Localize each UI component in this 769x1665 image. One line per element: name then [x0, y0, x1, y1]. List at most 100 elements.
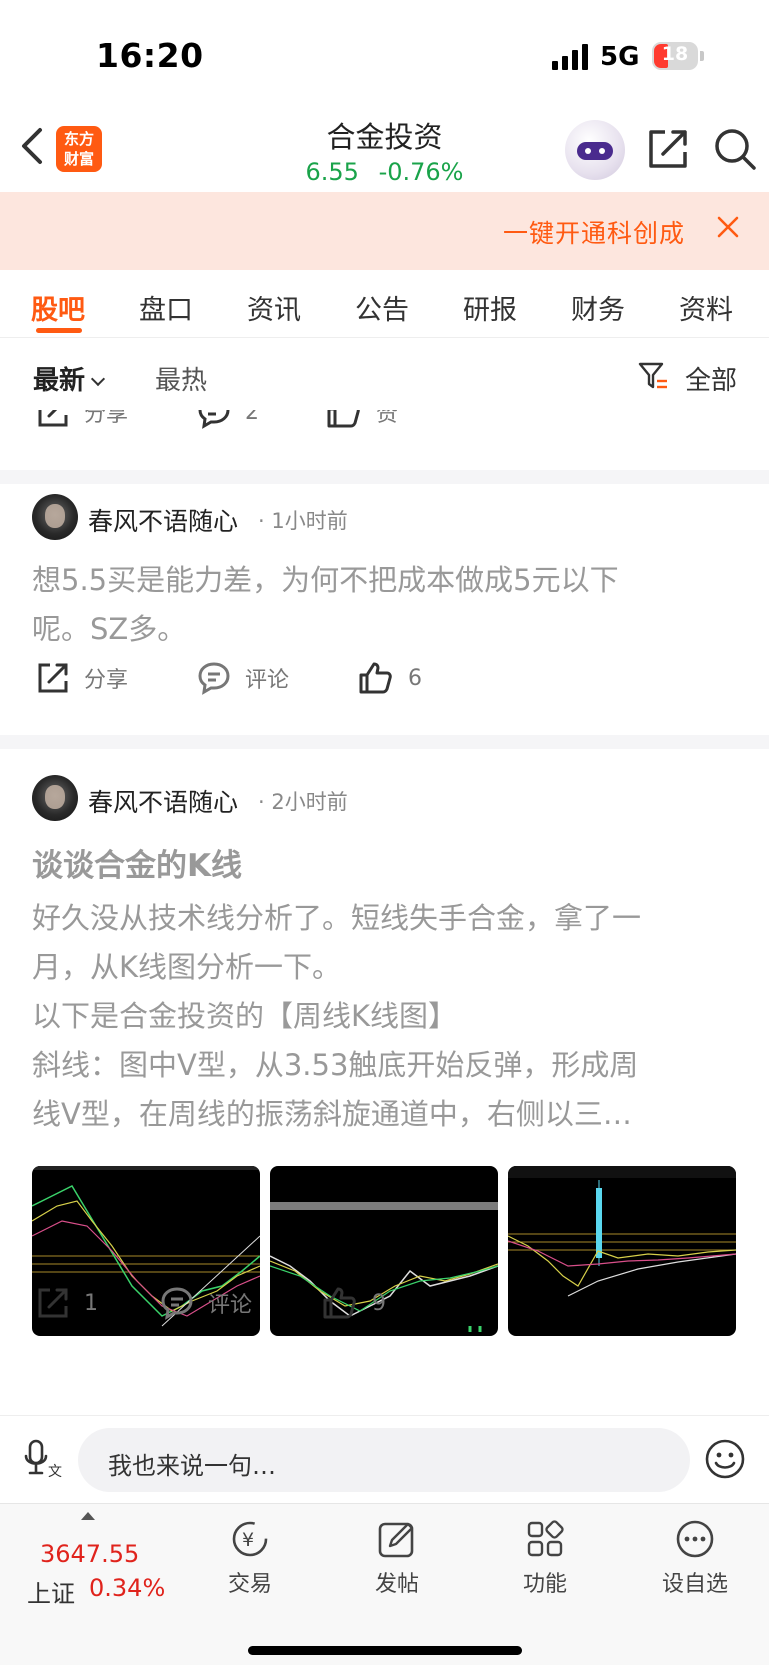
section-tabs: 股吧 盘口 资讯 公告 研报 财务 资料: [0, 270, 769, 338]
comment-icon: [198, 410, 230, 429]
tab-pankou[interactable]: 盘口: [139, 288, 193, 327]
nav-trade[interactable]: ¥ 交易: [195, 1518, 305, 1598]
share-label: 分享: [84, 668, 129, 693]
like-action[interactable]: 6: [358, 653, 422, 703]
comment-icon: [198, 662, 230, 695]
tab-news[interactable]: 资讯: [247, 288, 301, 327]
post-time-value: 2小时前: [271, 790, 348, 814]
stock-price: 6.55: [305, 158, 359, 186]
comment-input[interactable]: 我也来说一句…: [78, 1428, 690, 1492]
sort-latest[interactable]: 最新: [33, 360, 106, 397]
thumbs-up-icon: [327, 410, 360, 428]
post-body[interactable]: 好久没从技术线分析了。短线失手合金，拿了一 月，从K线图分析一下。 以下是合金投…: [32, 894, 738, 1139]
stock-header: 东方 财富 合金投资 6.55 -0.76%: [0, 110, 769, 192]
username[interactable]: 春风不语随心: [88, 783, 238, 819]
index-change[interactable]: 0.34%: [89, 1574, 165, 1602]
battery-level: 18: [661, 43, 689, 65]
post-actions: 1 评论 9: [0, 1278, 769, 1328]
tab-profile[interactable]: 资料: [679, 288, 733, 327]
comment-bar: 文 我也来说一句…: [0, 1415, 769, 1503]
post-line: 呢。SZ多。: [32, 612, 187, 646]
avatar[interactable]: [32, 494, 78, 540]
share-count: 1: [84, 1290, 98, 1316]
post-line: 月，从K线图分析一下。: [32, 950, 342, 984]
comment-icon: [161, 1287, 193, 1320]
nav-watchlist-label: 设自选: [661, 1572, 728, 1597]
more-icon: [676, 1520, 714, 1558]
battery-cap: [700, 51, 704, 61]
post-line: 想5.5买是能力差，为何不把成本做成5元以下: [32, 563, 619, 597]
like-action[interactable]: 9: [322, 1278, 386, 1328]
share-action[interactable]: 分享: [36, 410, 128, 437]
share-icon: [38, 410, 68, 427]
share-action[interactable]: 1: [36, 1278, 98, 1328]
filter-all[interactable]: 全部: [685, 360, 737, 397]
post-separator: [0, 470, 769, 484]
post-line: 线V型，在周线的振荡斜旋通道中，右侧以三…: [32, 1097, 632, 1131]
post-separator: [0, 735, 769, 749]
close-icon[interactable]: [713, 212, 743, 242]
post-time: · 1小时前: [258, 509, 348, 533]
nav-post[interactable]: 发帖: [342, 1518, 452, 1598]
post-actions: 分享 评论 6: [0, 653, 769, 703]
grid-icon: [527, 1520, 564, 1557]
share-label: 分享: [84, 410, 129, 427]
stock-change: -0.76%: [378, 158, 464, 186]
share-icon: [38, 1288, 68, 1318]
index-expand-icon[interactable]: [81, 1512, 95, 1520]
like-label: 赞: [376, 410, 399, 427]
trade-icon: ¥: [232, 1521, 268, 1557]
tab-finance[interactable]: 财务: [571, 288, 625, 327]
search-icon[interactable]: [712, 126, 758, 172]
comment-action[interactable]: 评论: [197, 653, 289, 703]
thumbs-up-icon: [359, 662, 392, 694]
voice-input-icon[interactable]: 文: [24, 1438, 64, 1478]
ai-assistant-icon[interactable]: [565, 120, 625, 180]
tab-announcements[interactable]: 公告: [355, 288, 409, 327]
nav-trade-label: 交易: [227, 1572, 272, 1597]
post-body[interactable]: 想5.5买是能力差，为何不把成本做成5元以下 呢。SZ多。: [32, 556, 738, 654]
nav-functions[interactable]: 功能: [490, 1518, 600, 1598]
comment-count: 2: [245, 410, 259, 425]
like-count: 6: [408, 665, 422, 691]
promo-text[interactable]: 一键开通科创成: [503, 214, 685, 250]
post-time-value: 1小时前: [271, 509, 348, 533]
nav-post-label: 发帖: [374, 1572, 419, 1597]
tab-guba[interactable]: 股吧: [31, 288, 85, 327]
share-icon: [38, 663, 68, 693]
status-bar: 16:20 5G 18: [0, 0, 769, 110]
bottom-nav: 3647.55 上证 0.34% ¥ 交易 发帖 功能 设自选: [0, 1503, 769, 1665]
index-value[interactable]: 3647.55: [40, 1540, 139, 1568]
share-icon[interactable]: [645, 126, 691, 172]
comment-label: 评论: [245, 668, 290, 693]
chevron-down-icon: [90, 371, 106, 387]
status-time: 16:20: [96, 36, 204, 75]
username[interactable]: 春风不语随心: [88, 502, 238, 538]
post-line: 好久没从技术线分析了。短线失手合金，拿了一: [32, 901, 642, 935]
post-actions: 分享 2 赞: [0, 410, 769, 437]
home-indicator[interactable]: [248, 1646, 522, 1655]
emoji-icon[interactable]: [704, 1438, 746, 1480]
filter-icon[interactable]: [637, 360, 669, 392]
post-time: · 2小时前: [258, 790, 348, 814]
sort-filters: 最新 最热 全部: [0, 338, 769, 410]
nav-watchlist[interactable]: 设自选: [640, 1518, 750, 1598]
tab-research[interactable]: 研报: [463, 288, 517, 327]
like-action[interactable]: 赞: [326, 410, 398, 437]
svg-text:文: 文: [48, 1464, 62, 1478]
comment-action[interactable]: 2: [197, 410, 259, 437]
active-tab-indicator: [36, 328, 82, 333]
avatar[interactable]: [32, 775, 78, 821]
comment-action[interactable]: 评论: [160, 1278, 252, 1328]
battery-icon: 18: [652, 42, 698, 70]
post-title[interactable]: 谈谈合金的K线: [32, 840, 242, 885]
svg-text:¥: ¥: [242, 1529, 254, 1551]
signal-icon: [552, 44, 590, 70]
sort-hot[interactable]: 最热: [155, 360, 207, 397]
index-name[interactable]: 上证: [27, 1574, 75, 1609]
promo-banner[interactable]: 一键开通科创成: [0, 192, 769, 270]
nav-functions-label: 功能: [522, 1572, 567, 1597]
comment-label: 评论: [208, 1293, 253, 1318]
share-action[interactable]: 分享: [36, 653, 128, 703]
post-feed: 分享 2 赞 春风不语随心 · 1小时前 想5.5买是能力差，为何不把成本做成5…: [0, 410, 769, 1415]
